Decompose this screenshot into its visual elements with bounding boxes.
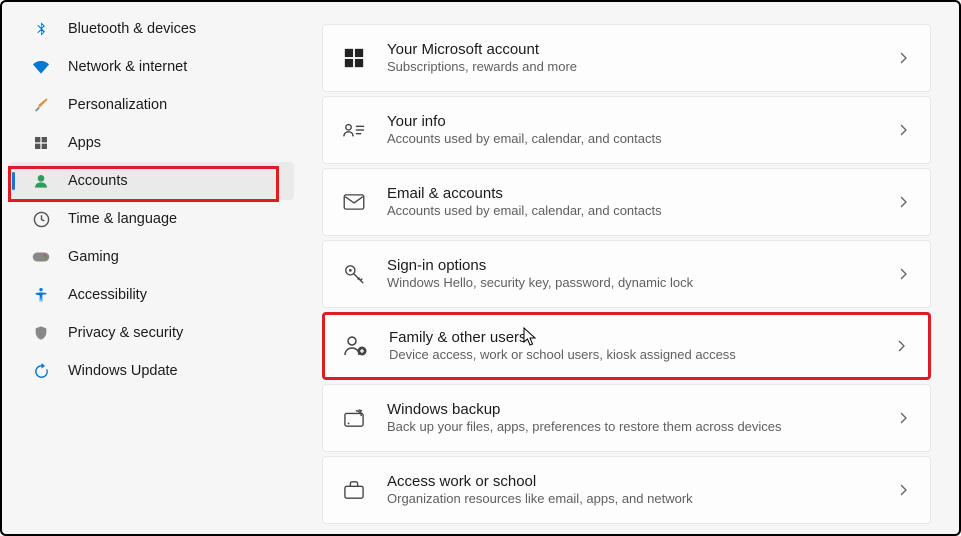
clock-globe-icon xyxy=(32,210,50,228)
sidebar-item-label: Network & internet xyxy=(68,59,187,75)
sidebar-item-label: Time & language xyxy=(68,211,177,227)
sidebar-item-apps[interactable]: Apps xyxy=(10,124,294,162)
sidebar-item-network[interactable]: Network & internet xyxy=(10,48,294,86)
accessibility-icon xyxy=(32,286,50,304)
card-text: Access work or school Organization resou… xyxy=(387,472,896,508)
card-desc: Subscriptions, rewards and more xyxy=(387,59,896,76)
id-card-icon xyxy=(341,117,367,143)
card-text: Your info Accounts used by email, calend… xyxy=(387,112,896,148)
family-icon xyxy=(343,333,369,359)
sidebar-item-privacy[interactable]: Privacy & security xyxy=(10,314,294,352)
sidebar-item-gaming[interactable]: Gaming xyxy=(10,238,294,276)
briefcase-icon xyxy=(341,477,367,503)
card-title: Windows backup xyxy=(387,400,896,420)
sidebar-item-label: Privacy & security xyxy=(68,325,183,341)
card-microsoft-account[interactable]: Your Microsoft account Subscriptions, re… xyxy=(322,24,931,92)
card-your-info[interactable]: Your info Accounts used by email, calend… xyxy=(322,96,931,164)
sidebar-item-time[interactable]: Time & language xyxy=(10,200,294,238)
chevron-right-icon xyxy=(896,266,912,282)
card-text: Sign-in options Windows Hello, security … xyxy=(387,256,896,292)
bluetooth-icon xyxy=(32,20,50,38)
card-email-accounts[interactable]: Email & accounts Accounts used by email,… xyxy=(322,168,931,236)
update-icon xyxy=(32,362,50,380)
chevron-right-icon xyxy=(896,194,912,210)
sidebar-item-label: Accounts xyxy=(68,173,128,189)
apps-icon xyxy=(32,134,50,152)
main-content: Your Microsoft account Subscriptions, re… xyxy=(302,2,959,534)
gaming-icon xyxy=(32,248,50,266)
card-desc: Accounts used by email, calendar, and co… xyxy=(387,131,896,148)
card-family-other-users[interactable]: Family & other users Device access, work… xyxy=(322,312,931,380)
sidebar-item-bluetooth[interactable]: Bluetooth & devices xyxy=(10,10,294,48)
card-desc: Device access, work or school users, kio… xyxy=(389,347,894,364)
card-title: Sign-in options xyxy=(387,256,896,276)
card-desc: Windows Hello, security key, password, d… xyxy=(387,275,896,292)
card-text: Email & accounts Accounts used by email,… xyxy=(387,184,896,220)
microsoft-icon xyxy=(341,45,367,71)
card-windows-backup[interactable]: Windows backup Back up your files, apps,… xyxy=(322,384,931,452)
paintbrush-icon xyxy=(32,96,50,114)
card-desc: Organization resources like email, apps,… xyxy=(387,491,896,508)
card-text: Your Microsoft account Subscriptions, re… xyxy=(387,40,896,76)
network-icon xyxy=(32,58,50,76)
card-title: Access work or school xyxy=(387,472,896,492)
accounts-icon xyxy=(32,172,50,190)
sidebar-item-label: Apps xyxy=(68,135,101,151)
sidebar-item-label: Gaming xyxy=(68,249,119,265)
card-work-school[interactable]: Access work or school Organization resou… xyxy=(322,456,931,524)
key-icon xyxy=(341,261,367,287)
shield-icon xyxy=(32,324,50,342)
card-desc: Accounts used by email, calendar, and co… xyxy=(387,203,896,220)
chevron-right-icon xyxy=(896,122,912,138)
sidebar-item-label: Windows Update xyxy=(68,363,178,379)
card-signin-options[interactable]: Sign-in options Windows Hello, security … xyxy=(322,240,931,308)
email-icon xyxy=(341,189,367,215)
chevron-right-icon xyxy=(896,50,912,66)
sidebar-item-accounts[interactable]: Accounts xyxy=(10,162,294,200)
card-title: Email & accounts xyxy=(387,184,896,204)
sidebar-item-personalization[interactable]: Personalization xyxy=(10,86,294,124)
sidebar-item-accessibility[interactable]: Accessibility xyxy=(10,276,294,314)
sidebar-item-label: Personalization xyxy=(68,97,167,113)
sidebar: Bluetooth & devices Network & internet P… xyxy=(2,2,302,534)
backup-icon xyxy=(341,405,367,431)
card-title: Family & other users xyxy=(389,328,894,348)
sidebar-item-label: Accessibility xyxy=(68,287,147,303)
card-text: Family & other users Device access, work… xyxy=(389,328,894,364)
card-text: Windows backup Back up your files, apps,… xyxy=(387,400,896,436)
chevron-right-icon xyxy=(896,482,912,498)
card-title: Your Microsoft account xyxy=(387,40,896,60)
chevron-right-icon xyxy=(894,338,910,354)
chevron-right-icon xyxy=(896,410,912,426)
card-title: Your info xyxy=(387,112,896,132)
card-desc: Back up your files, apps, preferences to… xyxy=(387,419,896,436)
sidebar-item-label: Bluetooth & devices xyxy=(68,21,196,37)
sidebar-item-update[interactable]: Windows Update xyxy=(10,352,294,390)
